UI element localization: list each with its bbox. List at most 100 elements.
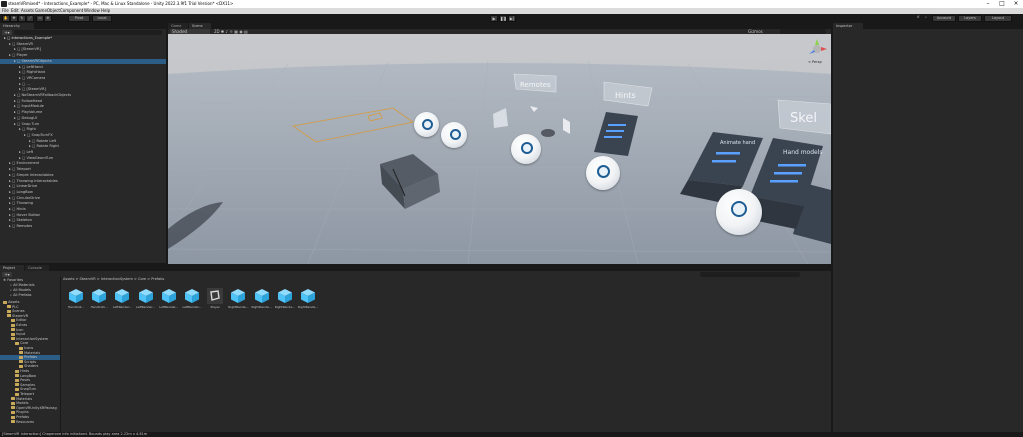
history-icon[interactable]: ↺ xyxy=(915,15,921,22)
prefab-cube-icon xyxy=(277,288,293,304)
tab-hierarchy[interactable]: Hierarchy xyxy=(0,23,34,29)
scene-orientation-gizmo[interactable] xyxy=(806,38,828,60)
hierarchy-item[interactable]: ▸ ▢ Right xyxy=(0,127,166,132)
hierarchy-item[interactable]: ▸ ▢ Simple Interactables xyxy=(0,173,166,178)
asset-label: RightRende... xyxy=(251,305,273,309)
hierarchy-item[interactable]: ▸ ▢ Interactions_Example* xyxy=(0,36,166,41)
hierarchy-item[interactable]: ▸ ▢ RightHand xyxy=(0,70,166,75)
project-folder-label: Poses xyxy=(19,378,30,382)
asset-item[interactable]: HandColli... xyxy=(90,288,108,309)
asset-item[interactable]: RightRende... xyxy=(276,288,294,309)
asset-item[interactable]: RightRende... xyxy=(229,288,247,309)
hierarchy-item[interactable]: ▸ ▢ VRCamera xyxy=(0,76,166,81)
hierarchy-item[interactable]: ▸ ▢ DebugUI xyxy=(0,116,166,121)
account-dropdown[interactable]: Account xyxy=(932,15,956,22)
favorite-item[interactable]: ⌕ All Prefabs xyxy=(10,293,32,298)
hierarchy-search-input[interactable] xyxy=(14,30,162,35)
hierarchy-item[interactable]: ▸ ▢ Environment xyxy=(0,161,166,166)
asset-item[interactable]: LeftRender... xyxy=(113,288,131,309)
hand-tool-button[interactable]: ✋ xyxy=(2,15,10,22)
scene-viewport[interactable]: Remotes Hints Skel Animate hand Hand mod… xyxy=(168,34,831,264)
project-folder-label: SnapTurn xyxy=(19,387,36,391)
layout-dropdown[interactable]: Layout xyxy=(984,15,1012,22)
hierarchy-item[interactable]: ▸ ▢ SnapTurnFX xyxy=(0,133,166,138)
hierarchy-item-label: ▸ ▢ SteamVRObjects xyxy=(14,59,52,64)
asset-label: Player xyxy=(204,305,226,309)
hierarchy-item[interactable]: ▸ ▢ SteamVR xyxy=(0,42,166,47)
prefab-cube-icon xyxy=(300,288,316,304)
persp-label[interactable]: < Persp xyxy=(808,60,822,65)
space-toggle[interactable]: Local xyxy=(92,15,112,22)
asset-label: LeftRender... xyxy=(135,305,157,309)
interactable-sphere[interactable] xyxy=(511,134,541,164)
tab-project[interactable]: Project xyxy=(0,265,24,271)
asset-item[interactable]: HandColl... xyxy=(67,288,85,309)
interactable-sphere[interactable] xyxy=(586,156,620,190)
scale-tool-button[interactable]: ⤢ xyxy=(26,15,34,22)
asset-item[interactable]: Player xyxy=(206,288,224,309)
search-icon[interactable]: ⌕ xyxy=(923,15,929,22)
asset-item[interactable]: LeftRender... xyxy=(183,288,201,309)
project-folder[interactable]: Resources xyxy=(0,420,60,425)
interactable-sphere[interactable] xyxy=(414,112,439,137)
hierarchy-item[interactable]: ▸ ▢ ... xyxy=(0,82,166,87)
maximize-icon[interactable]: □ xyxy=(995,0,1009,8)
hierarchy-item[interactable]: ▸ ▢ LinearDrive xyxy=(0,184,166,189)
hierarchy-item[interactable]: ▸ ▢ Throwing Interactables xyxy=(0,179,166,184)
asset-item[interactable]: RightRende... xyxy=(299,288,317,309)
hierarchy-item-label: ▸ ▢ VRCamera xyxy=(19,76,45,81)
hierarchy-item[interactable]: ▸ ▢ PlayVolume xyxy=(0,110,166,115)
hierarchy-item-label: ▸ ▢ DebugUI xyxy=(14,116,37,121)
unity-scene-icon xyxy=(207,288,223,304)
inspector-panel: Inspector xyxy=(833,23,1023,432)
hierarchy-item-label: ▸ ▢ SnapTurnFX xyxy=(24,133,53,138)
hierarchy-item[interactable]: ▸ ▢ LongBow xyxy=(0,190,166,195)
hierarchy-item[interactable]: ▸ ▢ FollowHead xyxy=(0,99,166,104)
pivot-toggle[interactable]: Pivot xyxy=(68,15,90,22)
tab-inspector[interactable]: Inspector xyxy=(833,23,863,29)
hierarchy-item-label: ▸ ▢ Interactions_Example* xyxy=(4,36,52,41)
hierarchy-item[interactable]: ▸ ▢ NoSteamVRFallbackObjects xyxy=(0,93,166,98)
interactable-sphere[interactable] xyxy=(716,189,762,235)
asset-item[interactable]: LeftRender... xyxy=(160,288,178,309)
main-toolbar: ✋ ✥ ↻ ⤢ ▭ ⊕ Pivot Local ▶ ❚❚ ▶| ↺ ⌕ Acco… xyxy=(0,14,1023,23)
pause-button[interactable]: ❚❚ xyxy=(499,15,507,22)
transform-tool-button[interactable]: ⊕ xyxy=(44,15,52,22)
hierarchy-item[interactable]: ▸ ▢ SteamVRObjects xyxy=(0,59,166,64)
hierarchy-item[interactable]: ▸ ▢ Snap Turn xyxy=(0,122,166,127)
hierarchy-item[interactable]: ▸ ▢ Player xyxy=(0,53,166,58)
rect-tool-button[interactable]: ▭ xyxy=(36,15,44,22)
tab-console[interactable]: Console xyxy=(25,265,49,271)
project-search-input[interactable] xyxy=(700,272,800,277)
hierarchy-item[interactable]: ▸ ▢ Hints xyxy=(0,207,166,212)
prefab-cube-icon xyxy=(230,288,246,304)
hierarchy-item-label: ▸ ▢ Left xyxy=(19,150,33,155)
play-button[interactable]: ▶ xyxy=(490,15,498,22)
layers-dropdown[interactable]: Layers xyxy=(958,15,982,22)
hierarchy-item-label: ▸ ▢ [SteamVR] xyxy=(19,87,46,92)
close-icon[interactable]: × xyxy=(1009,0,1023,8)
hierarchy-item[interactable]: ▸ ▢ InputModule xyxy=(0,104,166,109)
asset-item[interactable]: LeftRender... xyxy=(137,288,155,309)
interactable-sphere[interactable] xyxy=(441,122,467,148)
hierarchy-item[interactable]: ▸ ▢ Skeleton xyxy=(0,218,166,223)
hierarchy-item[interactable]: ▸ ▢ Hover Button xyxy=(0,213,166,218)
rotate-tool-button[interactable]: ↻ xyxy=(18,15,26,22)
project-folder-label: Samples xyxy=(19,383,35,387)
minimize-icon[interactable]: – xyxy=(981,0,995,8)
step-button[interactable]: ▶| xyxy=(508,15,516,22)
hierarchy-item[interactable]: ▸ ▢ CircularDrive xyxy=(0,196,166,201)
hierarchy-item[interactable]: ▸ ▢ Left xyxy=(0,150,166,155)
hierarchy-item[interactable]: ▸ ▢ ViewGeomTurn xyxy=(0,156,166,161)
hierarchy-item[interactable]: ▸ ▢ Rotate Left xyxy=(0,139,166,144)
add-button[interactable]: +▾ xyxy=(2,30,12,35)
hierarchy-item[interactable]: ▸ ▢ Remotes xyxy=(0,224,166,229)
asset-item[interactable]: RightRende... xyxy=(253,288,271,309)
hierarchy-item[interactable]: ▸ ▢ [SteamVR] xyxy=(0,87,166,92)
move-tool-button[interactable]: ✥ xyxy=(10,15,18,22)
hierarchy-item[interactable]: ▸ ▢ Throwing xyxy=(0,201,166,206)
hierarchy-item[interactable]: ▸ ▢ Rotate Right xyxy=(0,144,166,149)
hierarchy-item[interactable]: ▸ ▢ [SteamVR] xyxy=(0,47,166,52)
hierarchy-item[interactable]: ▸ ▢ LeftHand xyxy=(0,65,166,70)
hierarchy-item[interactable]: ▸ ▢ Teleport xyxy=(0,167,166,172)
